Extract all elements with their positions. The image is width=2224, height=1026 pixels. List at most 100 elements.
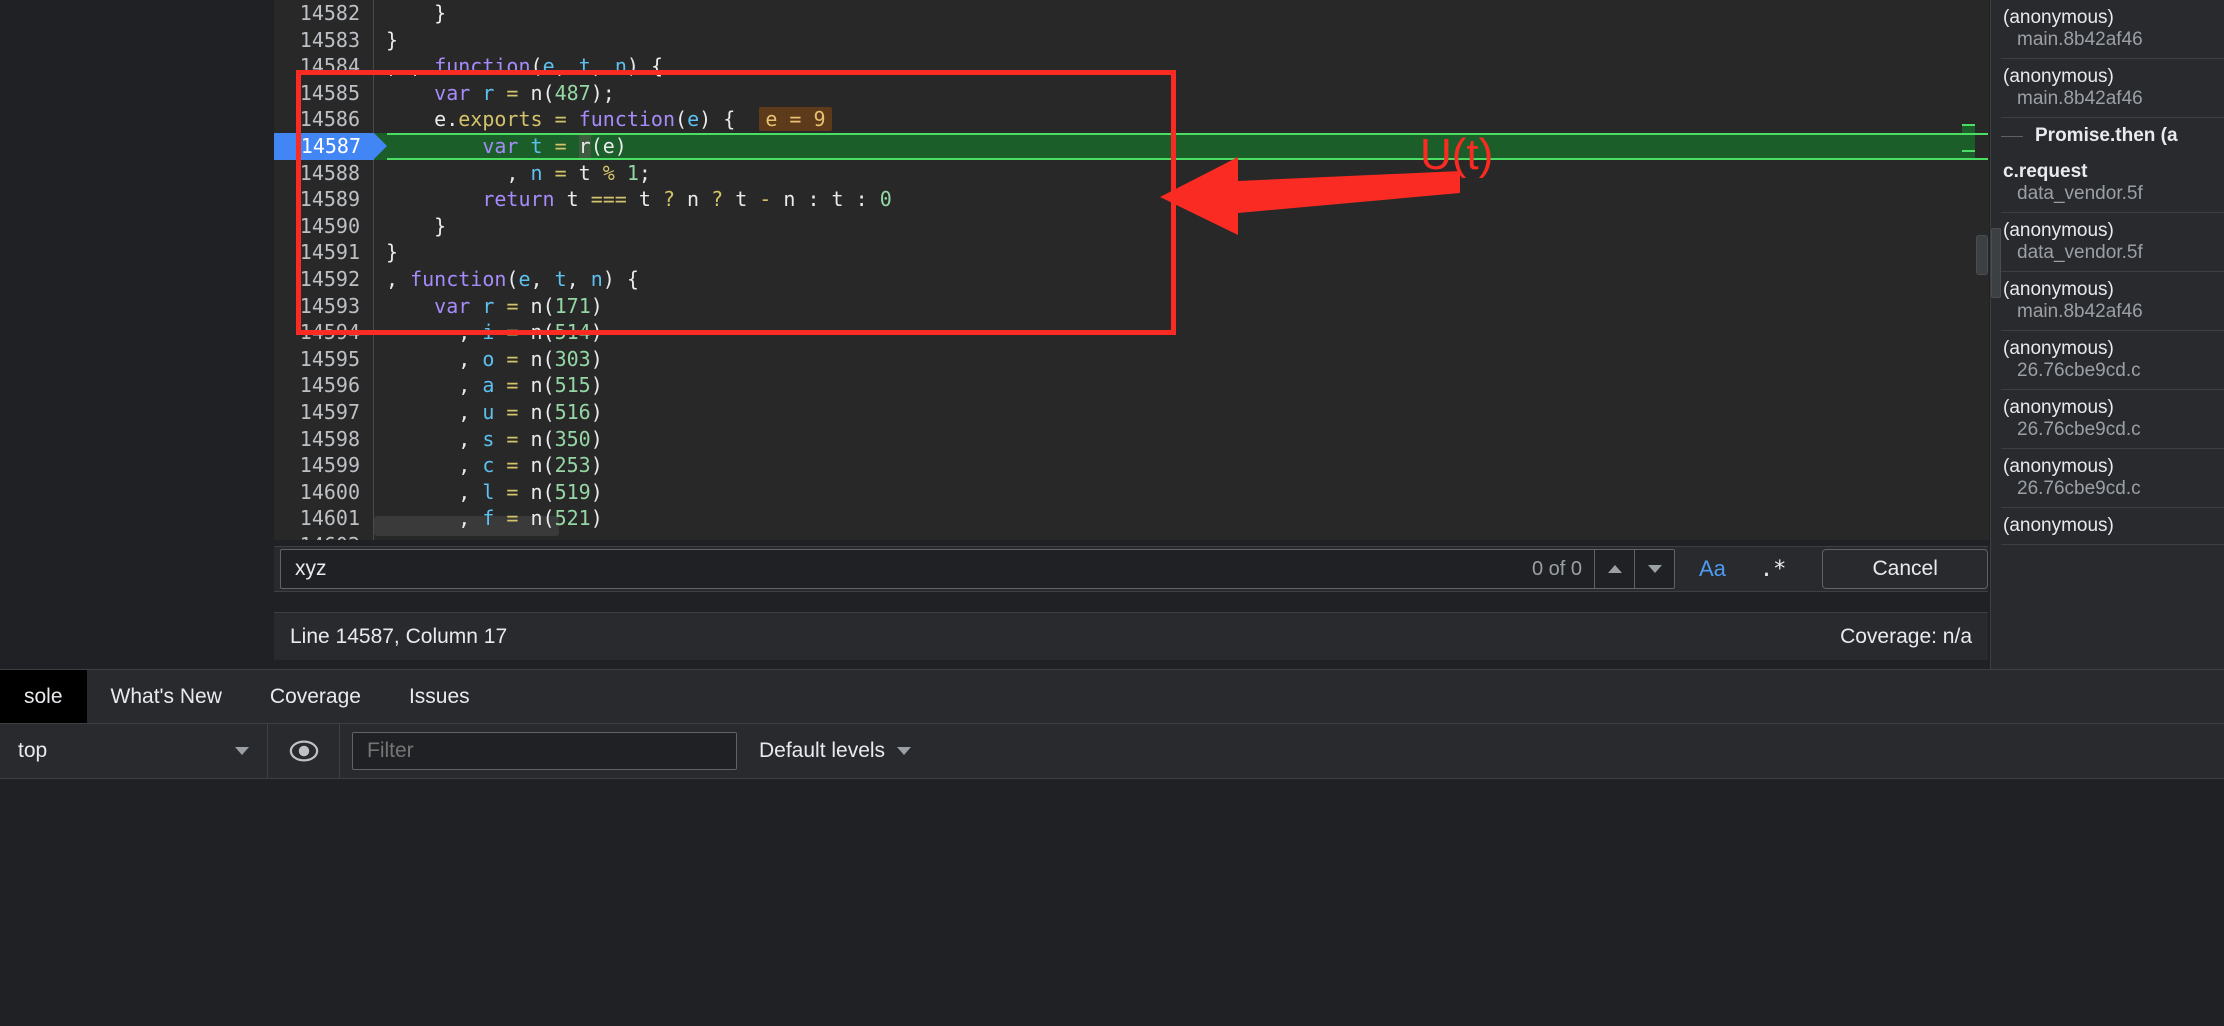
line-number[interactable]: 14589 [274,186,374,213]
code-line[interactable]: 14599 , c = n(253) [274,452,1988,479]
code-editor[interactable]: 14582 } 14583} 14584, , function(e, t, n) … [274,0,1988,540]
line-number[interactable]: 14596 [274,372,374,399]
line-number[interactable]: 14593 [274,292,374,320]
line-number[interactable]: 14587 [274,132,387,160]
line-number[interactable]: 14599 [274,452,374,479]
call-stack-frame[interactable]: (anonymous) data_vendor.5f [1991,213,2224,272]
code-token: ) [590,346,603,371]
console-output-area[interactable] [0,779,2224,1026]
line-number[interactable]: 14600 [274,478,374,506]
call-stack-scrollbar[interactable] [1991,0,2001,669]
line-number[interactable]: 14584 [274,53,374,80]
line-number[interactable]: 14598 [274,425,374,453]
live-expression-button[interactable] [268,723,340,779]
code-line[interactable]: 14593 var r = n(171) [274,292,1988,320]
regex-toggle[interactable]: .* [1760,557,1787,582]
code-line-executing[interactable]: 14587 var t = r(e) [274,132,1988,160]
line-number[interactable]: 14592 [274,265,374,293]
code-line[interactable]: 14591} [274,239,1988,266]
code-line[interactable]: 14592, function(e, t, n) { [274,265,1988,293]
code-token: 253 [554,453,591,478]
code-line[interactable]: 14582 } [274,0,1988,27]
editor-search-bar: 0 of 0 Aa .* Cancel [274,546,1988,592]
code-token: } [386,240,399,265]
console-log-levels-label: Default levels [759,739,886,762]
code-vertical-scrollbar[interactable] [1975,0,1989,540]
call-stack-frame[interactable]: Promise.then (a [1991,118,2224,154]
code-token: , [386,506,483,531]
line-source: , n = t % 1; [374,160,651,187]
code-line[interactable]: 14597 , u = n(516) [274,398,1988,426]
console-log-levels-selector[interactable]: Default levels [759,739,912,763]
search-input[interactable] [281,557,1532,581]
call-stack-panel: (anonymous) main.8b42af46 (anonymous) main.… [1990,0,2224,669]
code-line[interactable]: 14594 , i = n(514) [274,319,1988,346]
code-line[interactable]: 14590 } [274,212,1988,240]
code-token: exports [458,107,543,132]
code-line[interactable]: 14588 , n = t % 1; [274,159,1988,187]
call-stack-frame[interactable]: (anonymous) 26.76cbe9cd.c [1991,449,2224,508]
line-number[interactable]: 14595 [274,345,374,373]
console-filter-input[interactable] [353,739,736,763]
code-token: = [506,453,519,478]
line-number[interactable]: 14588 [274,159,374,187]
code-line[interactable]: 14586 e.exports = function(e) { e = 9 [274,106,1988,133]
cancel-button[interactable]: Cancel [1822,549,1988,589]
editor-left-gutter-area [0,0,274,669]
console-filter-wrapper[interactable] [352,732,737,770]
code-token: , [386,479,483,504]
code-token: function [434,54,531,79]
code-line[interactable]: 14585 var r = n(487); [274,79,1988,107]
code-line[interactable]: 14589 return t === t ? n ? t - n : t : 0 [274,186,1988,213]
code-token: } [386,1,447,25]
line-number[interactable]: 14601 [274,505,374,532]
search-prev-button[interactable] [1594,550,1634,588]
code-token: 515 [554,373,591,398]
call-stack-frame[interactable]: (anonymous) main.8b42af46 [1991,0,2224,59]
code-line[interactable]: 14583} [274,26,1988,54]
line-number[interactable]: 14591 [274,239,374,266]
line-number[interactable]: 14585 [274,79,374,107]
search-field-wrapper[interactable]: 0 of 0 [280,549,1675,589]
drawer-tab[interactable]: Issues [385,670,494,723]
call-stack-frame[interactable]: c.request data_vendor.5f [1991,154,2224,213]
line-number[interactable]: 14586 [274,106,374,133]
scrollbar-thumb[interactable] [1991,228,2001,298]
console-context-label: top [18,739,48,762]
line-number[interactable]: 14582 [274,0,374,27]
drawer-tab[interactable]: What's New [87,670,246,723]
call-stack-frame[interactable]: (anonymous) [1991,508,2224,545]
call-stack-frame[interactable]: (anonymous) 26.76cbe9cd.c [1991,331,2224,390]
code-token: % [602,160,615,185]
call-stack-frame[interactable]: (anonymous) main.8b42af46 [1991,59,2224,118]
drawer-tab[interactable]: Coverage [246,670,385,723]
search-next-button[interactable] [1634,550,1674,588]
code-line[interactable]: 14584, , function(e, t, n) { [274,53,1988,80]
line-number[interactable]: 14597 [274,398,374,426]
code-token: a [482,373,495,398]
line-source: return t === t ? n ? t - n : t : 0 [374,186,891,213]
line-number[interactable]: 14594 [274,319,374,346]
code-token: c [482,453,495,478]
drawer-tab[interactable]: sole [0,670,87,723]
line-number[interactable]: 14590 [274,212,374,240]
code-line[interactable]: 14598 , s = n(350) [274,425,1988,453]
code-line[interactable]: 14600 , l = n(519) [274,478,1988,506]
code-line[interactable]: 14596 , a = n(515) [274,372,1988,399]
drawer-tab-label: Issues [408,684,470,708]
scrollbar-thumb[interactable] [1976,235,1988,275]
code-token: var [434,293,471,318]
line-number[interactable]: 14602 [274,531,374,540]
match-case-toggle[interactable]: Aa [1699,556,1726,582]
drawer-tab-label: What's New [110,684,222,708]
call-stack-frame-title: c.request [2003,161,2088,182]
console-context-selector[interactable]: top [0,723,268,779]
code-line[interactable]: 14595 , o = n(303) [274,345,1988,373]
call-stack-frame[interactable]: (anonymous) main.8b42af46 [1991,272,2224,331]
code-token: , [386,399,483,424]
call-stack-frame[interactable]: (anonymous) 26.76cbe9cd.c [1991,390,2224,449]
line-number[interactable]: 14583 [274,26,374,54]
